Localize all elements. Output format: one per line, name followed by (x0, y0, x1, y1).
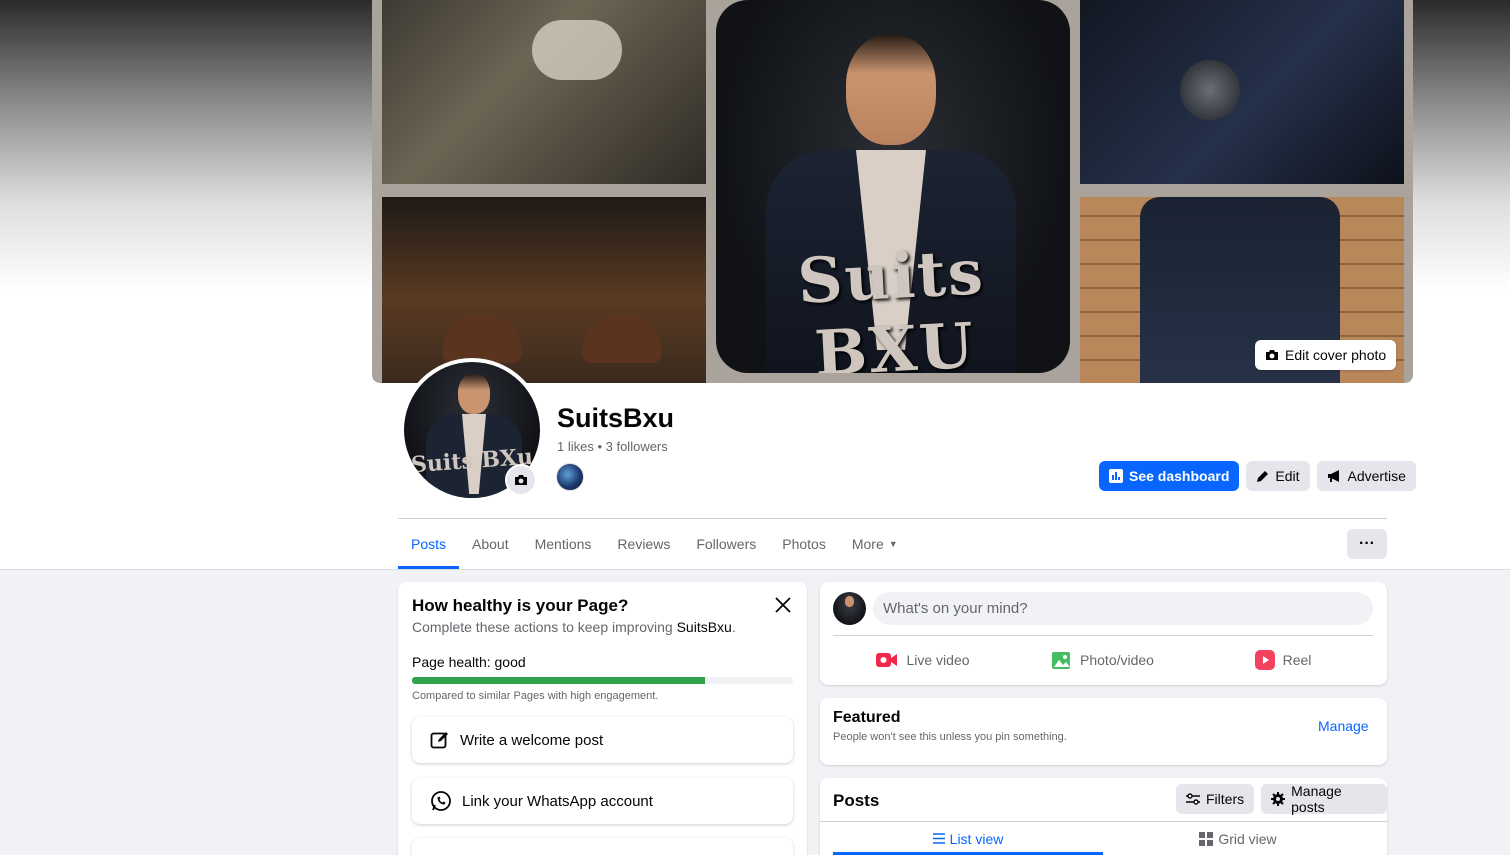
next-task[interactable] (412, 838, 793, 855)
featured-title: Featured (833, 709, 901, 726)
posts-view-toggle: List view Grid view (833, 822, 1373, 855)
edit-cover-photo-label: Edit cover photo (1285, 347, 1387, 363)
page-actions: See dashboard Edit Advertise (1099, 461, 1416, 491)
health-status: Page health: good (412, 654, 526, 670)
page-health-card: How healthy is your Page? Complete these… (398, 582, 807, 855)
dashboard-icon (1109, 469, 1123, 483)
see-dashboard-button[interactable]: See dashboard (1099, 461, 1240, 491)
tab-posts-label: Posts (411, 536, 447, 552)
whats-on-your-mind-input[interactable]: What's on your mind? (873, 592, 1373, 625)
tab-followers[interactable]: Followers (683, 519, 769, 569)
task-label: Link your WhatsApp account (462, 792, 653, 810)
list-view-tab[interactable]: List view (833, 822, 1103, 855)
cover-brand-text: Suits BXU (795, 235, 987, 373)
page-tabs: Posts About Mentions Reviews Followers P… (398, 519, 911, 569)
camera-icon (514, 474, 528, 486)
edit-page-label: Edit (1275, 468, 1300, 484)
photo-video-button[interactable]: Photo/video (1013, 644, 1193, 676)
health-subtitle-suffix: . (731, 619, 736, 635)
filters-icon (1186, 793, 1200, 805)
cover-center-photo: Suits BXU (716, 0, 1070, 373)
task-label: Write a welcome post (460, 731, 604, 749)
reel-label: Reel (1282, 652, 1312, 668)
grid-view-label: Grid view (1218, 830, 1277, 847)
tab-photos-label: Photos (782, 536, 826, 552)
cover-center-frame: Suits BXU (706, 0, 1080, 383)
close-health-button[interactable] (772, 594, 794, 616)
caret-down-icon: ▼ (888, 539, 898, 549)
cover-tile-watch (1080, 0, 1404, 184)
tab-about[interactable]: About (459, 519, 522, 569)
manage-posts-button[interactable]: Manage posts (1261, 783, 1387, 815)
megaphone-icon (1327, 469, 1342, 483)
live-video-icon (876, 652, 898, 668)
list-icon (932, 833, 945, 844)
health-subtitle-name: SuitsBxu (676, 619, 732, 635)
cover-tile-shoes (382, 197, 706, 383)
follower-avatar[interactable] (556, 463, 584, 491)
health-compare-text: Compared to similar Pages with high enga… (412, 690, 659, 702)
health-subtitle-text: Complete these actions to keep improving (412, 619, 677, 635)
more-options-button[interactable]: ··· (1347, 529, 1387, 559)
photo-video-label: Photo/video (1080, 652, 1154, 668)
composer-actions: Live video Photo/video Reel (833, 644, 1373, 676)
posts-card: Posts Filters Manage posts List view Gri… (820, 778, 1387, 855)
manage-posts-label: Manage posts (1291, 783, 1342, 815)
arrow-icon (430, 851, 450, 855)
cover-tile-cufflink (382, 0, 706, 184)
filters-button[interactable]: Filters (1176, 784, 1255, 814)
ellipsis-icon: ··· (1359, 535, 1375, 552)
advertise-button[interactable]: Advertise (1316, 461, 1416, 491)
tab-more-label: More (851, 536, 884, 552)
health-title: How healthy is your Page? (412, 596, 629, 615)
live-video-label: Live video (906, 652, 970, 668)
tab-more[interactable]: More ▼ (839, 519, 911, 569)
list-view-label: List view (949, 830, 1004, 847)
composer-placeholder: What's on your mind? (883, 600, 1028, 617)
tab-mentions[interactable]: Mentions (522, 519, 605, 569)
live-video-button[interactable]: Live video (833, 644, 1013, 676)
manage-featured-link[interactable]: Manage (1318, 718, 1369, 734)
gear-icon (1271, 792, 1286, 806)
tab-about-label: About (472, 536, 509, 552)
featured-subtitle: People won't see this unless you pin som… (833, 731, 1067, 743)
reel-icon (1254, 650, 1275, 670)
filters-label: Filters (1206, 791, 1245, 807)
photo-icon (1052, 650, 1072, 670)
page-title: SuitsBxu (557, 403, 675, 433)
see-dashboard-label: See dashboard (1129, 468, 1230, 484)
composer-divider (833, 635, 1373, 636)
camera-icon (1265, 349, 1279, 361)
tab-reviews[interactable]: Reviews (604, 519, 683, 569)
featured-card: Featured People won't see this unless yo… (820, 698, 1387, 765)
cover-photo: Suits BXU (372, 0, 1413, 383)
tab-followers-label: Followers (696, 536, 757, 552)
edit-cover-photo-button[interactable]: Edit cover photo (1255, 340, 1397, 370)
close-icon (772, 594, 794, 616)
reel-button[interactable]: Reel (1193, 644, 1373, 676)
link-whatsapp-task[interactable]: Link your WhatsApp account (412, 778, 793, 824)
grid-view-tab[interactable]: Grid view (1103, 822, 1373, 855)
pencil-icon (1256, 470, 1269, 483)
post-composer: What's on your mind? Live video Photo/vi… (820, 582, 1387, 685)
composer-avatar[interactable] (833, 592, 866, 625)
health-subtitle: Complete these actions to keep improving… (412, 619, 736, 635)
health-progress-fill (412, 677, 706, 684)
whatsapp-icon (430, 790, 452, 812)
write-welcome-post-task[interactable]: Write a welcome post (412, 717, 793, 763)
tab-posts[interactable]: Posts (398, 519, 460, 569)
tab-photos[interactable]: Photos (769, 519, 839, 569)
grid-icon (1199, 831, 1214, 846)
posts-toolbar: Filters Manage posts (1176, 783, 1387, 815)
advertise-label: Advertise (1347, 468, 1406, 484)
tab-mentions-label: Mentions (534, 536, 592, 552)
posts-title: Posts (833, 791, 880, 810)
edit-page-button[interactable]: Edit (1246, 461, 1310, 491)
health-progress-bar (412, 677, 793, 684)
tab-reviews-label: Reviews (617, 536, 671, 552)
edit-icon (430, 730, 450, 750)
page-stats[interactable]: 1 likes • 3 followers (557, 439, 668, 454)
update-avatar-button[interactable] (505, 464, 537, 496)
